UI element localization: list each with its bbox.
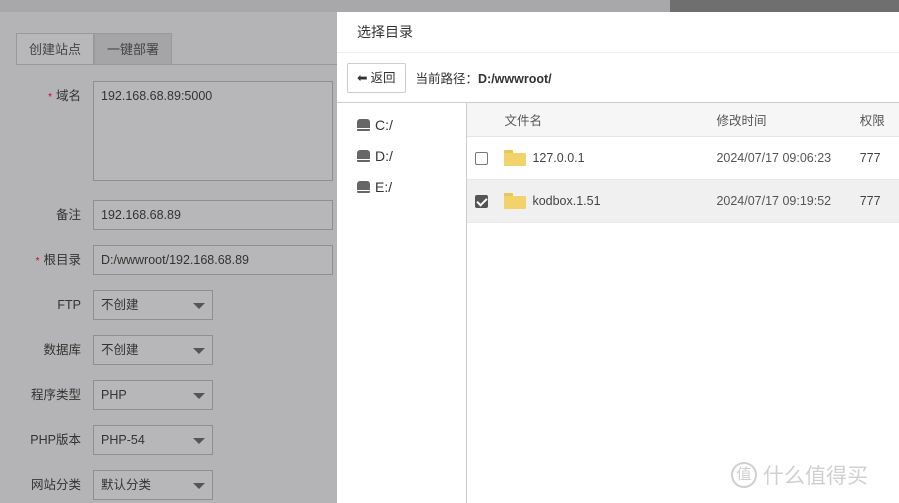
ftp-value: 不创建 [101,298,139,312]
db-select[interactable]: 不创建 [93,335,213,365]
drive-item[interactable]: D:/ [357,140,466,171]
type-value: PHP [101,388,127,402]
reply-arrow-icon: ⬅ [357,70,368,85]
current-path: 当前路径：D:/wwwroot/ [416,68,552,87]
folder-icon [504,150,527,166]
background-top-bar [0,0,899,12]
folder-icon [504,193,527,209]
file-perm: 777 [859,194,881,208]
type-row: 程序类型 PHP [0,380,213,410]
dialog-title: 选择目录 [337,12,899,53]
remark-input[interactable]: 192.168.68.89 [93,200,333,230]
remark-row: 备注 192.168.68.89 [0,200,333,230]
tab-one-click-deploy[interactable]: 一键部署 [94,33,173,65]
root-row: * 根目录 D:/wwwroot/192.168.68.89 [0,245,333,277]
caret-down-icon [193,303,205,309]
drive-item[interactable]: C:/ [357,109,466,140]
drive-item[interactable]: E:/ [357,171,466,202]
required-mark: * [48,92,52,103]
domain-label: 域名 [55,89,81,103]
file-name[interactable]: 127.0.0.1 [532,151,584,165]
hard-drive-icon [357,149,370,162]
row-checkbox-checked[interactable] [475,194,488,208]
path-label: 当前路径： [415,72,479,86]
file-name[interactable]: kodbox.1.51 [532,194,600,208]
hard-drive-icon [357,180,370,193]
php-row: PHP版本 PHP-54 [0,425,213,455]
caret-down-icon [193,348,205,354]
back-label: 返回 [370,70,396,85]
file-time: 2024/07/17 09:19:52 [716,194,832,208]
ftp-label: FTP [57,298,81,312]
drive-label: D:/ [375,147,393,164]
category-select[interactable]: 默认分类 [93,470,213,500]
type-label: 程序类型 [30,388,81,402]
form-tabs: 创建站点 一键部署 [16,33,173,65]
hard-drive-icon [357,118,370,131]
php-select[interactable]: PHP-54 [93,425,213,455]
type-select[interactable]: PHP [93,380,213,410]
root-input[interactable]: D:/wwwroot/192.168.68.89 [93,245,333,275]
category-value: 默认分类 [101,478,152,492]
db-value: 不创建 [101,343,139,357]
domain-row: * 域名 192.168.68.89:5000 [0,81,333,181]
root-label: 根目录 [43,253,81,267]
file-time: 2024/07/17 09:06:23 [716,151,832,165]
col-modified: 修改时间 [716,114,767,128]
table-header: 文件名 修改时间 权限 [467,103,899,137]
required-mark: * [35,256,40,267]
ftp-row: FTP 不创建 [0,290,213,320]
row-checkbox[interactable] [475,151,488,165]
background-dark-region [670,0,899,12]
drive-label: E:/ [375,178,393,195]
watermark-text: 什么值得买 [763,465,868,488]
category-row: 网站分类 默认分类 [0,470,213,500]
table-row[interactable]: 127.0.0.1 2024/07/17 09:06:23 777 [467,137,899,180]
tab-divider [16,64,346,65]
col-permission: 权限 [859,114,885,128]
drive-list: C:/ D:/ E:/ [337,103,467,503]
table-row[interactable]: kodbox.1.51 2024/07/17 09:19:52 777 [467,180,899,223]
caret-down-icon [193,438,205,444]
db-row: 数据库 不创建 [0,335,213,365]
drive-label: C:/ [375,116,393,133]
ftp-select[interactable]: 不创建 [93,290,213,320]
watermark: 值什么值得买 [731,460,868,490]
tab-create-site[interactable]: 创建站点 [16,33,95,65]
file-table: 文件名 修改时间 权限 127.0.0.1 2024/07/17 09:06:2… [467,103,899,223]
watermark-logo: 值 [731,462,757,488]
caret-down-icon [193,393,205,399]
caret-down-icon [193,483,205,489]
path-value: D:/wwwroot/ [478,72,552,86]
php-value: PHP-54 [101,433,145,447]
dialog-toolbar: ⬅ 返回 当前路径：D:/wwwroot/ [337,53,899,103]
select-directory-dialog: 选择目录 ⬅ 返回 当前路径：D:/wwwroot/ C:/ D:/ E:/ 文件… [337,12,899,503]
remark-label: 备注 [55,208,81,222]
col-filename: 文件名 [504,114,542,128]
file-perm: 777 [859,151,881,165]
back-button[interactable]: ⬅ 返回 [347,62,406,93]
php-label: PHP版本 [30,433,81,447]
db-label: 数据库 [43,343,81,357]
category-label: 网站分类 [30,478,81,492]
domain-textarea[interactable]: 192.168.68.89:5000 [93,81,333,181]
